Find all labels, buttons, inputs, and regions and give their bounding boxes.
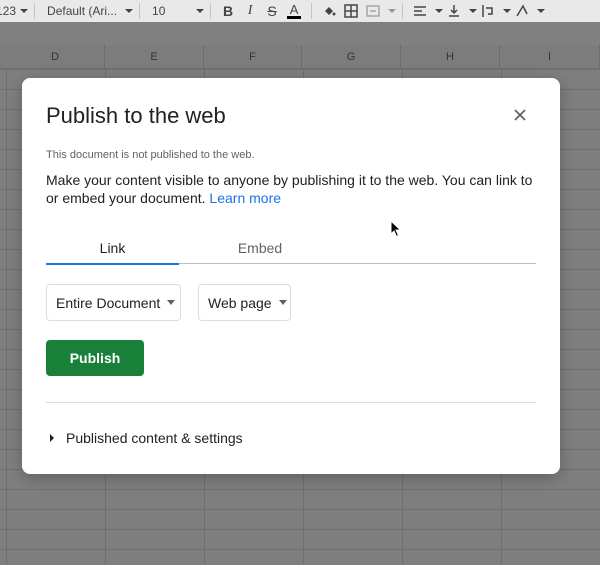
number-format-button[interactable]: 123 <box>0 0 29 22</box>
chevron-down-icon[interactable] <box>503 9 512 13</box>
chevron-down-icon <box>167 300 176 305</box>
font-family-select[interactable]: Default (Ari... <box>41 0 134 22</box>
toolbar-divider <box>139 3 141 19</box>
vertical-align-icon[interactable] <box>443 0 465 22</box>
section-divider <box>46 402 536 403</box>
chevron-down-icon[interactable] <box>388 9 397 13</box>
chevron-down-icon[interactable] <box>435 9 444 13</box>
text-color-icon[interactable]: A <box>283 0 305 22</box>
column-header-g[interactable]: G <box>302 45 401 69</box>
column-headers: D E F G H I <box>0 45 600 69</box>
publish-status-text: This document is not published to the we… <box>46 149 255 161</box>
align-left-icon[interactable] <box>409 0 431 22</box>
column-header-h[interactable]: H <box>401 45 500 69</box>
toolbar-shadow <box>0 22 600 45</box>
published-settings-toggle[interactable]: Published content & settings <box>50 430 243 446</box>
bold-icon[interactable]: B <box>217 0 239 22</box>
column-header-e[interactable]: E <box>105 45 204 69</box>
mouse-cursor-icon <box>390 220 402 238</box>
content-scope-select[interactable]: Entire Document <box>46 284 181 321</box>
description-text: Make your content visible to anyone by p… <box>46 172 533 206</box>
borders-icon[interactable] <box>340 0 362 22</box>
format-select[interactable]: Web page <box>198 284 291 321</box>
chevron-down-icon[interactable] <box>537 9 546 13</box>
toolbar: 123 Default (Ari... 10 B I S A <box>0 0 600 22</box>
column-header-i[interactable]: I <box>500 45 600 69</box>
chevron-down-icon <box>196 9 205 13</box>
font-size-label: 10 <box>152 4 166 18</box>
tab-link[interactable]: Link <box>46 239 179 265</box>
fill-color-icon[interactable] <box>318 0 340 22</box>
close-icon <box>514 109 526 121</box>
expand-arrow-icon <box>50 434 54 442</box>
toolbar-divider <box>210 3 212 19</box>
number-format-label: 123 <box>0 4 17 18</box>
strikethrough-icon[interactable]: S <box>261 0 283 22</box>
publish-dialog: Publish to the web This document is not … <box>22 78 560 474</box>
toolbar-divider <box>311 3 313 19</box>
publish-button[interactable]: Publish <box>46 340 144 376</box>
column-header-f[interactable]: F <box>204 45 302 69</box>
merge-cells-icon[interactable] <box>362 0 384 22</box>
column-header-d[interactable]: D <box>6 45 105 69</box>
dialog-title: Publish to the web <box>46 103 226 128</box>
text-rotation-icon[interactable] <box>511 0 533 22</box>
toolbar-divider <box>402 3 404 19</box>
learn-more-link[interactable]: Learn more <box>209 190 281 206</box>
close-button[interactable] <box>505 102 535 128</box>
tab-bar: Link Embed <box>46 239 536 265</box>
chevron-down-icon <box>20 9 29 13</box>
dialog-description: Make your content visible to anyone by p… <box>46 171 541 207</box>
chevron-down-icon <box>125 9 134 13</box>
font-size-select[interactable]: 10 <box>146 0 205 22</box>
chevron-down-icon[interactable] <box>469 9 478 13</box>
font-family-label: Default (Ari... <box>47 4 118 18</box>
text-wrap-icon[interactable] <box>477 0 499 22</box>
italic-icon[interactable]: I <box>239 0 261 22</box>
published-settings-label: Published content & settings <box>66 430 243 446</box>
format-value: Web page <box>208 294 272 311</box>
tab-embed[interactable]: Embed <box>191 239 329 264</box>
toolbar-divider <box>34 3 36 19</box>
chevron-down-icon <box>278 300 287 305</box>
content-scope-value: Entire Document <box>56 294 161 311</box>
